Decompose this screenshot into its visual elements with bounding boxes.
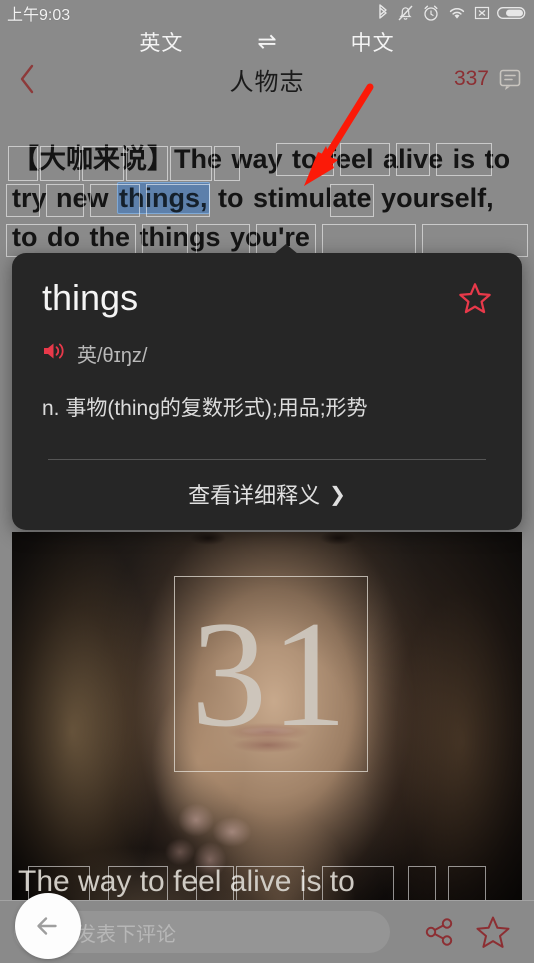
dictionary-divider — [48, 459, 486, 460]
source-language-label[interactable]: 英文 — [139, 27, 183, 57]
top-navigation-bar: 人物志 337 — [0, 58, 534, 100]
arrow-left-icon — [37, 917, 57, 935]
app-screen: 上午9:03 英文 ⇌ 中文 人物志 337 【大咖来说】The way to … — [0, 0, 534, 963]
hero-number-frame: 31 — [174, 576, 368, 772]
no-signal-icon — [474, 5, 490, 21]
dictionary-pronunciation-row[interactable]: 英/θɪŋz/ — [42, 339, 492, 368]
status-bar-right — [377, 4, 527, 22]
article-line-2b[interactable]: to stimulate — [209, 183, 372, 213]
view-detailed-definition-label: 查看详细释义 — [188, 483, 321, 508]
dictionary-word: things — [42, 277, 139, 318]
view-detailed-definition-link[interactable]: 查看详细释义 ❯ — [12, 478, 522, 510]
hero-caption-text[interactable]: The way to feel alive is to — [12, 862, 522, 902]
article-body-text[interactable]: 【大咖来说】The way to feel alive is to try ne… — [0, 140, 534, 257]
article-line-1[interactable]: The way to feel alive — [174, 144, 443, 174]
status-time: 上午9:03 — [7, 7, 71, 24]
page-title: 人物志 — [229, 68, 305, 96]
article-prefix[interactable]: 【大咖来说】 — [12, 144, 174, 174]
battery-icon — [497, 5, 527, 21]
favorite-button[interactable] — [466, 914, 520, 950]
silent-mode-icon — [396, 4, 415, 22]
dictionary-header: things — [42, 275, 492, 321]
alarm-clock-icon — [422, 4, 440, 22]
target-language-label[interactable]: 中文 — [351, 27, 395, 57]
status-bar: 上午9:03 — [0, 0, 534, 26]
popup-pointer-notch — [274, 244, 298, 254]
share-button[interactable] — [412, 915, 466, 949]
dictionary-favorite-button[interactable] — [458, 281, 492, 315]
hero-number: 31 — [191, 590, 351, 758]
dictionary-definition: n. 事物(thing的复数形式);用品;形势 — [42, 397, 368, 420]
selected-word-highlight[interactable]: things, — [117, 182, 210, 214]
star-outline-icon — [459, 283, 491, 314]
dictionary-phonetic-text: 英/θɪŋz/ — [77, 345, 148, 367]
wifi-icon — [447, 5, 467, 21]
share-icon — [425, 918, 453, 946]
dictionary-popup-card: things 英/θɪŋz/ n. 事物(thing的复数形式);用品;形势 查… — [12, 244, 522, 530]
star-outline-icon — [476, 916, 510, 948]
floating-back-button[interactable] — [15, 893, 81, 959]
language-toggle-bar[interactable]: 英文 ⇌ 中文 — [0, 24, 534, 60]
speaker-icon[interactable] — [42, 340, 66, 368]
chevron-right-icon: ❯ — [329, 483, 346, 506]
status-bar-left: 上午9:03 — [7, 1, 70, 25]
swap-language-icon[interactable]: ⇌ — [257, 29, 276, 53]
bluetooth-icon — [377, 4, 389, 22]
